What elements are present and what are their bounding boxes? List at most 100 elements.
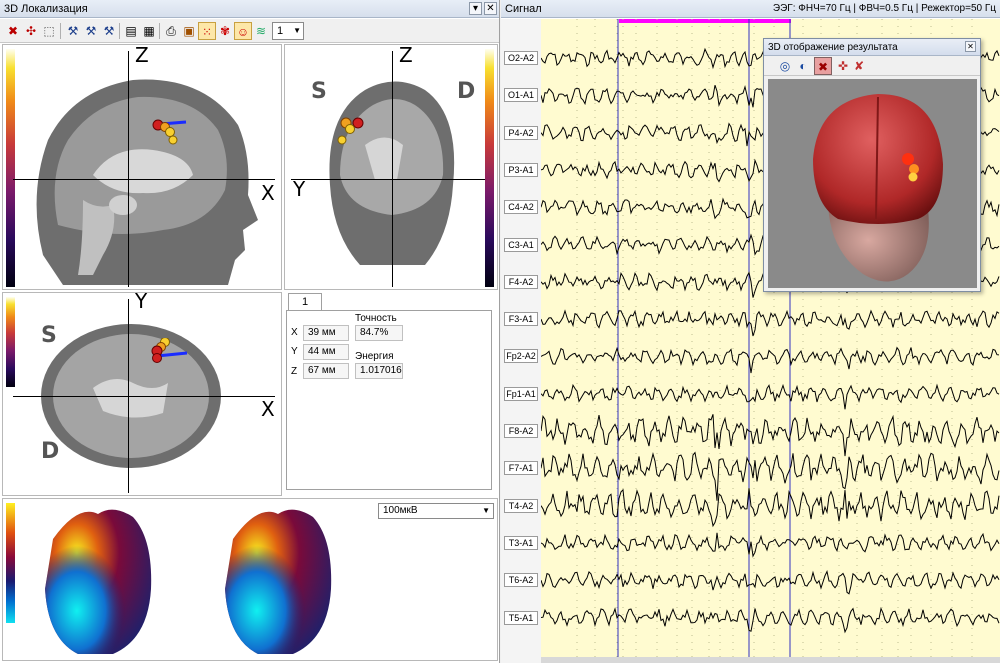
eeg-trace — [541, 532, 1000, 558]
z-value: 67 мм — [303, 363, 349, 379]
axis-x — [13, 396, 275, 397]
topography-panel — [2, 498, 498, 661]
signal-titlebar: Сигнал ЭЭГ: ФНЧ=70 Гц | ФВЧ=0.5 Гц | Реж… — [501, 0, 1000, 18]
selection-marker[interactable] — [619, 19, 791, 23]
localization-toolbar: ✖ ✣ ⬚ ⚒ ⚒ ⚒ ▤ ▦ ⎙ ▣ ⁙ ✾ ☺ ≋ 1 ▼ — [0, 19, 499, 43]
print-icon[interactable]: ⎙ — [162, 22, 180, 40]
reset-icon[interactable]: ◐ — [794, 57, 812, 75]
accuracy-value: 84.7% — [355, 325, 403, 341]
result-info: Точность X 39 мм 84.7% Y 44 мм Энергия Z… — [286, 310, 492, 490]
side-top-label: S — [41, 323, 57, 348]
axis-y — [291, 179, 487, 180]
chevron-down-icon: ▼ — [293, 26, 301, 35]
energy-value: 1.017016 — [355, 363, 403, 379]
toolbar-separator — [159, 23, 160, 39]
head-icon[interactable]: ☺ — [234, 22, 252, 40]
eeg-trace — [541, 488, 1000, 528]
channel-label[interactable]: C4-A2 — [504, 200, 538, 215]
channel-label[interactable]: T3-A1 — [504, 535, 538, 550]
delete-icon[interactable]: ✖ — [4, 22, 22, 40]
channel-label[interactable]: O1-A1 — [504, 88, 538, 103]
eeg-trace — [541, 451, 1000, 501]
grid-icon[interactable]: ▦ — [140, 22, 158, 40]
horizontal-scrollbar[interactable] — [541, 657, 1000, 663]
axis-z-label: Z — [399, 44, 413, 67]
channel-label[interactable]: P4-A2 — [504, 125, 538, 140]
channel-label[interactable]: F3-A1 — [504, 312, 538, 327]
axis-y-label: Y — [135, 292, 148, 313]
close-icon[interactable]: ✕ — [484, 2, 497, 15]
channel-label[interactable]: Fp1-A1 — [504, 386, 538, 401]
crop-icon[interactable]: ⬚ — [40, 22, 58, 40]
channel-label[interactable]: F7-A1 — [504, 461, 538, 476]
channel-label[interactable]: T5-A1 — [504, 610, 538, 625]
localization-pane: 3D Локализация ▾ ✕ ✖ ✣ ⬚ ⚒ ⚒ ⚒ ▤ ▦ ⎙ ▣ ⁙… — [0, 0, 500, 663]
3d-head-view[interactable] — [768, 79, 977, 288]
side-left-label: S — [311, 79, 327, 104]
energy-label: Энергия — [355, 351, 394, 362]
delete-all-icon[interactable]: ✣ — [22, 22, 40, 40]
table-icon[interactable]: ▤ — [122, 22, 140, 40]
eeg-trace — [541, 346, 1000, 374]
axis-x-label: X — [261, 181, 275, 205]
dipole-markers — [152, 119, 187, 145]
channel-label[interactable]: O2-A2 — [504, 51, 538, 65]
accuracy-label: Точность — [355, 313, 397, 324]
brain-icon[interactable]: ✾ — [216, 22, 234, 40]
channel-label[interactable]: C3-A1 — [504, 237, 538, 252]
channel-label[interactable]: Fp2-A2 — [504, 349, 538, 364]
coronal-view[interactable]: Z Y S D — [284, 44, 498, 290]
localization-titlebar: 3D Локализация ▾ ✕ — [0, 0, 499, 18]
chevron-down-icon: ▼ — [482, 506, 490, 515]
side-bottom-label: D — [41, 439, 60, 464]
remove-icon[interactable]: ✘ — [850, 57, 868, 75]
eeg-trace — [541, 383, 1000, 410]
dots-icon[interactable]: ⁙ — [198, 22, 216, 40]
colorbar — [6, 503, 15, 623]
cross-icon[interactable]: ✖ — [814, 57, 832, 75]
x-value: 39 мм — [303, 325, 349, 341]
popup-title: 3D отображение результата — [768, 42, 898, 53]
save-icon[interactable]: ▣ — [180, 22, 198, 40]
channel-label[interactable]: T6-A2 — [504, 573, 538, 588]
channel-label[interactable]: F4-A2 — [504, 274, 538, 289]
sagittal-view[interactable]: Z X — [2, 44, 282, 290]
axis-z-label: Z — [135, 44, 149, 67]
side-right-label: D — [457, 79, 476, 104]
axial-view[interactable]: Y X S D — [2, 292, 282, 496]
rotate-icon[interactable]: ◎ — [776, 57, 794, 75]
channel-label[interactable]: T4-A2 — [504, 498, 538, 513]
channel-labels: O2-A2 O1-A1 P4-A2 P3-A1 C4-A2 C3-A1 F4-A2 F3-A1… — [501, 19, 541, 663]
amplitude-select[interactable]: 100мкВ ▼ — [378, 503, 494, 519]
eeg-trace — [541, 309, 1000, 337]
filter-info: ЭЭГ: ФНЧ=70 Гц | ФВЧ=0.5 Гц | Режектор=5… — [772, 3, 996, 14]
head-model — [813, 94, 943, 282]
channel-select[interactable]: 1 ▼ — [272, 22, 304, 40]
3d-result-window[interactable]: 3D отображение результата ✕ ◎ ◐ ✖ ✜ ✘ — [763, 38, 981, 292]
axis-z — [128, 51, 129, 287]
hammer-icon[interactable]: ⚒ — [64, 22, 82, 40]
hammer2-icon[interactable]: ⚒ — [82, 22, 100, 40]
layers-icon[interactable]: ≋ — [252, 22, 270, 40]
hammer3-icon[interactable]: ⚒ — [100, 22, 118, 40]
axis-y-label: Y — [293, 177, 306, 201]
channel-label[interactable]: P3-A1 — [504, 162, 538, 177]
popup-toolbar: ◎ ◐ ✖ ✜ ✘ — [764, 56, 980, 76]
eeg-trace — [541, 414, 1000, 457]
localization-title: 3D Локализация — [4, 3, 88, 15]
axis-x — [13, 179, 275, 180]
toolbar-separator — [119, 23, 120, 39]
sagittal-slice — [36, 79, 258, 285]
dipole-markers — [337, 117, 364, 145]
eeg-trace — [541, 606, 1000, 634]
y-value: 44 мм — [303, 344, 349, 360]
x-label: X — [291, 327, 298, 338]
pin-icon[interactable]: ▾ — [469, 2, 482, 15]
close-icon[interactable]: ✕ — [965, 41, 976, 52]
dipole-markers — [151, 338, 188, 363]
popup-titlebar[interactable]: 3D отображение результата ✕ — [764, 39, 980, 56]
z-label: Z — [291, 366, 298, 377]
axis-x-label: X — [261, 397, 275, 421]
tab-result[interactable]: 1 — [288, 293, 322, 311]
channel-label[interactable]: F8-A2 — [504, 424, 538, 438]
